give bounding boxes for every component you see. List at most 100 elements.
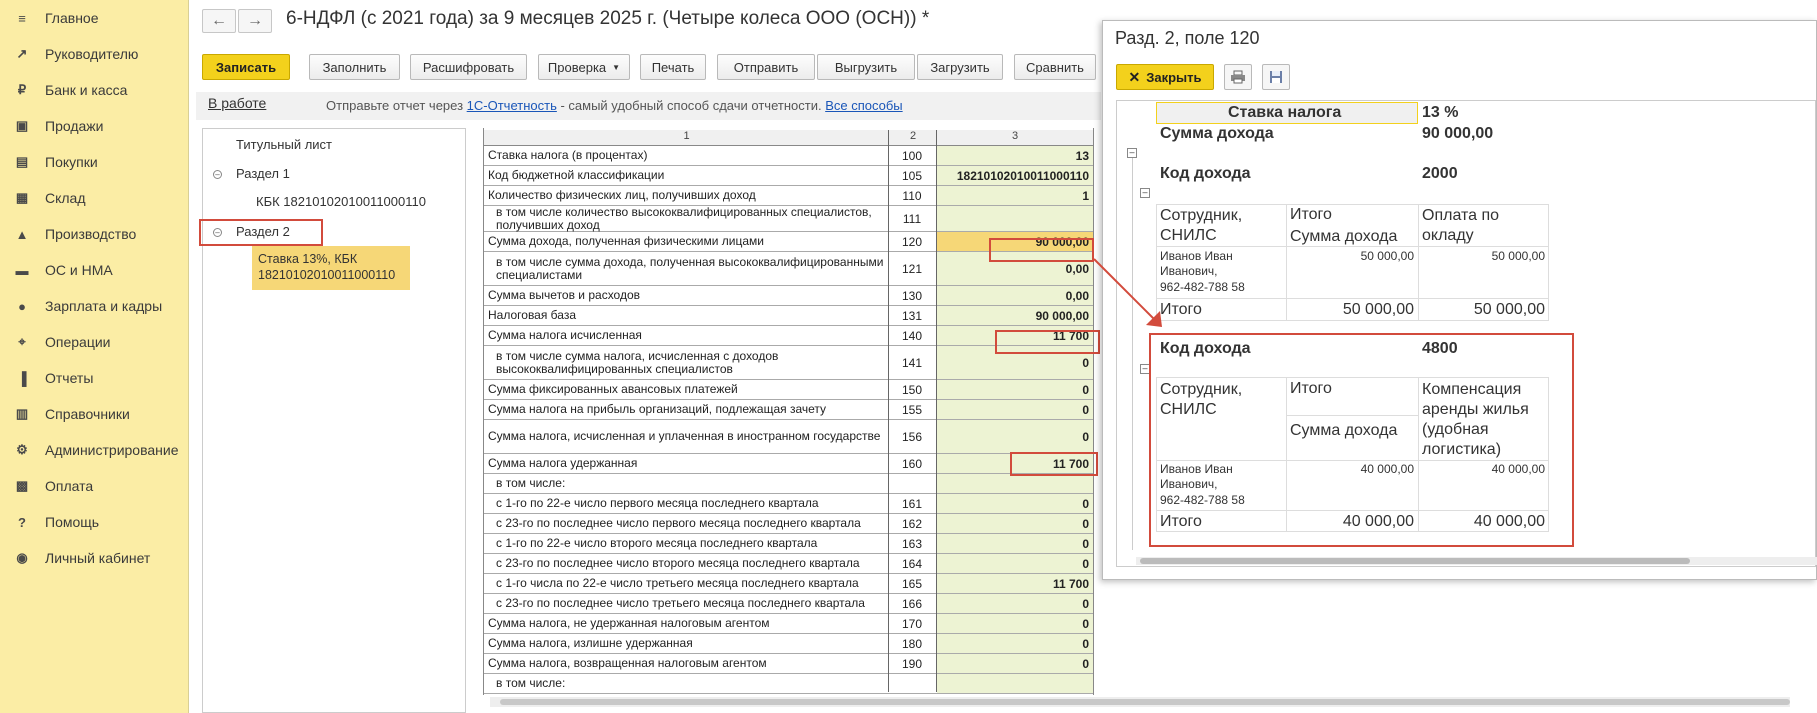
row-value[interactable]: 13 — [937, 146, 1093, 165]
row-value[interactable]: 11 700 — [937, 574, 1093, 593]
sidebar-item[interactable]: ▲ Производство — [0, 216, 189, 252]
tree-title-sheet[interactable]: Титульный лист — [236, 137, 332, 152]
check-dropdown-button[interactable]: Проверка ▼ — [538, 54, 630, 80]
sidebar-item-label: Личный кабинет — [45, 550, 151, 566]
table-row[interactable]: Сумма вычетов и расходов 130 0,00 — [484, 286, 1093, 306]
table-row[interactable]: Сумма налога, излишне удержанная 180 0 — [484, 634, 1093, 654]
sidebar-item[interactable]: ⌖ Операции — [0, 324, 189, 360]
row-label: с 1-го числа по 22-е число третьего меся… — [496, 576, 859, 590]
all-methods-link[interactable]: Все способы — [825, 98, 902, 113]
tree-selected-rate[interactable]: Ставка 13%, КБК 18210102010011000110 — [252, 246, 410, 290]
collapse-icon[interactable]: – — [213, 170, 222, 179]
row-value[interactable]: 18210102010011000110 — [937, 166, 1093, 185]
tree-kbk[interactable]: КБК 18210102010011000110 — [256, 194, 426, 209]
row-value[interactable]: 0 — [937, 534, 1093, 553]
table-row[interactable]: с 23-го по последнее число второго месяц… — [484, 554, 1093, 574]
compare-button[interactable]: Сравнить — [1014, 54, 1096, 80]
table-row[interactable]: в том числе: — [484, 474, 1093, 494]
table-header-col1: 1 — [484, 130, 889, 146]
row-value[interactable]: 0 — [937, 380, 1093, 399]
sidebar-item[interactable]: ▐ Отчеты — [0, 360, 189, 396]
row-value[interactable]: 0 — [937, 654, 1093, 673]
table-row[interactable]: Сумма налога, возвращенная налоговым аге… — [484, 654, 1093, 674]
sidebar-item[interactable]: ▤ Покупки — [0, 144, 189, 180]
arrow-left-icon: ← — [211, 12, 227, 29]
table-row[interactable]: Сумма налога на прибыль организаций, под… — [484, 400, 1093, 420]
row-value[interactable] — [937, 474, 1093, 493]
sidebar-item[interactable]: ● Зарплата и кадры — [0, 288, 189, 324]
row-value[interactable]: 0 — [937, 494, 1093, 513]
sidebar-item[interactable]: ⚙ Администрирование — [0, 432, 189, 468]
send-button[interactable]: Отправить — [717, 54, 815, 80]
status-link[interactable]: В работе — [208, 95, 266, 111]
table-row[interactable]: Налоговая база 131 90 000,00 — [484, 306, 1093, 326]
row-value[interactable] — [937, 206, 1093, 231]
row-code: 155 — [901, 402, 923, 417]
row-code: 156 — [901, 429, 923, 444]
row-value[interactable]: 0 — [937, 514, 1093, 533]
fill-button[interactable]: Заполнить — [309, 54, 400, 80]
income-sum-header: Сумма дохода — [1290, 228, 1398, 245]
collapse-icon[interactable]: – — [1140, 188, 1150, 198]
table-row[interactable]: Сумма налога, не удержанная налоговым аг… — [484, 614, 1093, 634]
row-value[interactable]: 90 000,00 — [937, 306, 1093, 325]
row-value[interactable]: 1 — [937, 186, 1093, 205]
sidebar-item-label: Склад — [45, 190, 86, 206]
row-value[interactable]: 0 — [937, 554, 1093, 573]
back-button[interactable]: ← — [202, 9, 236, 33]
save-icon-button[interactable] — [1262, 64, 1290, 90]
row-label: Сумма налога, излишне удержанная — [488, 636, 693, 650]
collapse-icon[interactable]: – — [1127, 148, 1137, 158]
row-value[interactable]: 0 — [937, 594, 1093, 613]
employee-salary: 50 000,00 — [1491, 249, 1545, 263]
forward-button[interactable]: → — [238, 9, 272, 33]
sidebar-item-label: Оплата — [45, 478, 94, 494]
tree-section-1[interactable]: Раздел 1 — [236, 166, 290, 181]
table-row[interactable]: с 1-го по 22-е число второго месяца посл… — [484, 534, 1093, 554]
table-row[interactable]: Количество физических лиц, получивших до… — [484, 186, 1093, 206]
popup-scrollbar[interactable] — [1136, 557, 1817, 565]
table-row[interactable]: с 1-го числа по 22-е число третьего меся… — [484, 574, 1093, 594]
close-button[interactable]: ✕ Закрыть — [1116, 64, 1214, 90]
sidebar-item[interactable]: ↗ Руководителю — [0, 36, 189, 72]
table-scrollbar[interactable] — [490, 697, 1790, 707]
1c-reporting-link[interactable]: 1С-Отчетность — [467, 98, 557, 113]
row-value[interactable]: 0 — [937, 614, 1093, 633]
row-label: Налоговая база — [488, 308, 576, 322]
table-row[interactable]: Код бюджетной классификации 105 1821010201… — [484, 166, 1093, 186]
download-button[interactable]: Загрузить — [917, 54, 1003, 80]
sidebar-item[interactable]: ◉ Личный кабинет — [0, 540, 189, 576]
row-value[interactable]: 0 — [937, 420, 1093, 453]
table-row[interactable]: с 23-го по последнее число первого месяц… — [484, 514, 1093, 534]
row-value[interactable]: 0 — [937, 634, 1093, 653]
table-row[interactable]: Сумма налога удержанная 160 11 700 — [484, 454, 1093, 474]
table-row[interactable]: с 23-го по последнее число третьего меся… — [484, 594, 1093, 614]
row-value[interactable] — [937, 674, 1093, 693]
row-label: Сумма налога, возвращенная налоговым аге… — [488, 656, 767, 670]
row-label: в том числе сумма налога, исчисленная с … — [496, 348, 779, 376]
sidebar-item[interactable]: ▦ Склад — [0, 180, 189, 216]
table-row[interactable]: Сумма налога, исчисленная и уплаченная в… — [484, 420, 1093, 454]
decode-button[interactable]: Расшифровать — [410, 54, 527, 80]
sidebar-item[interactable]: ▩ Оплата — [0, 468, 189, 504]
print-button[interactable]: Печать — [640, 54, 706, 80]
table-row[interactable]: в том числе количество высококвалифициро… — [484, 205, 1093, 232]
table-row[interactable]: в том числе: — [484, 674, 1093, 694]
print-icon-button[interactable] — [1224, 64, 1252, 90]
row-value[interactable]: 0,00 — [937, 286, 1093, 305]
sidebar-item[interactable]: ≡ Главное — [0, 0, 189, 36]
sidebar-item[interactable]: ▥ Справочники — [0, 396, 189, 432]
sidebar-item[interactable]: ? Помощь — [0, 504, 189, 540]
sidebar-item[interactable]: ₽ Банк и касса — [0, 72, 189, 108]
sidebar-item-label: Покупки — [45, 154, 98, 170]
table-row[interactable]: Ставка налога (в процентах) 100 13 — [484, 146, 1093, 166]
sidebar-item[interactable]: ▬ ОС и НМА — [0, 252, 189, 288]
sidebar-item[interactable]: ▣ Продажи — [0, 108, 189, 144]
row-label: Сумма налога исчисленная — [488, 328, 642, 342]
save-button[interactable]: Записать — [202, 54, 290, 80]
table-row[interactable]: Сумма фиксированных авансовых платежей 15… — [484, 380, 1093, 400]
row-value[interactable]: 0 — [937, 400, 1093, 419]
upload-button[interactable]: Выгрузить — [817, 54, 915, 80]
table-row[interactable]: с 1-го по 22-е число первого месяца посл… — [484, 494, 1093, 514]
employee-snils-header: Сотрудник, СНИЛС — [1160, 207, 1243, 244]
